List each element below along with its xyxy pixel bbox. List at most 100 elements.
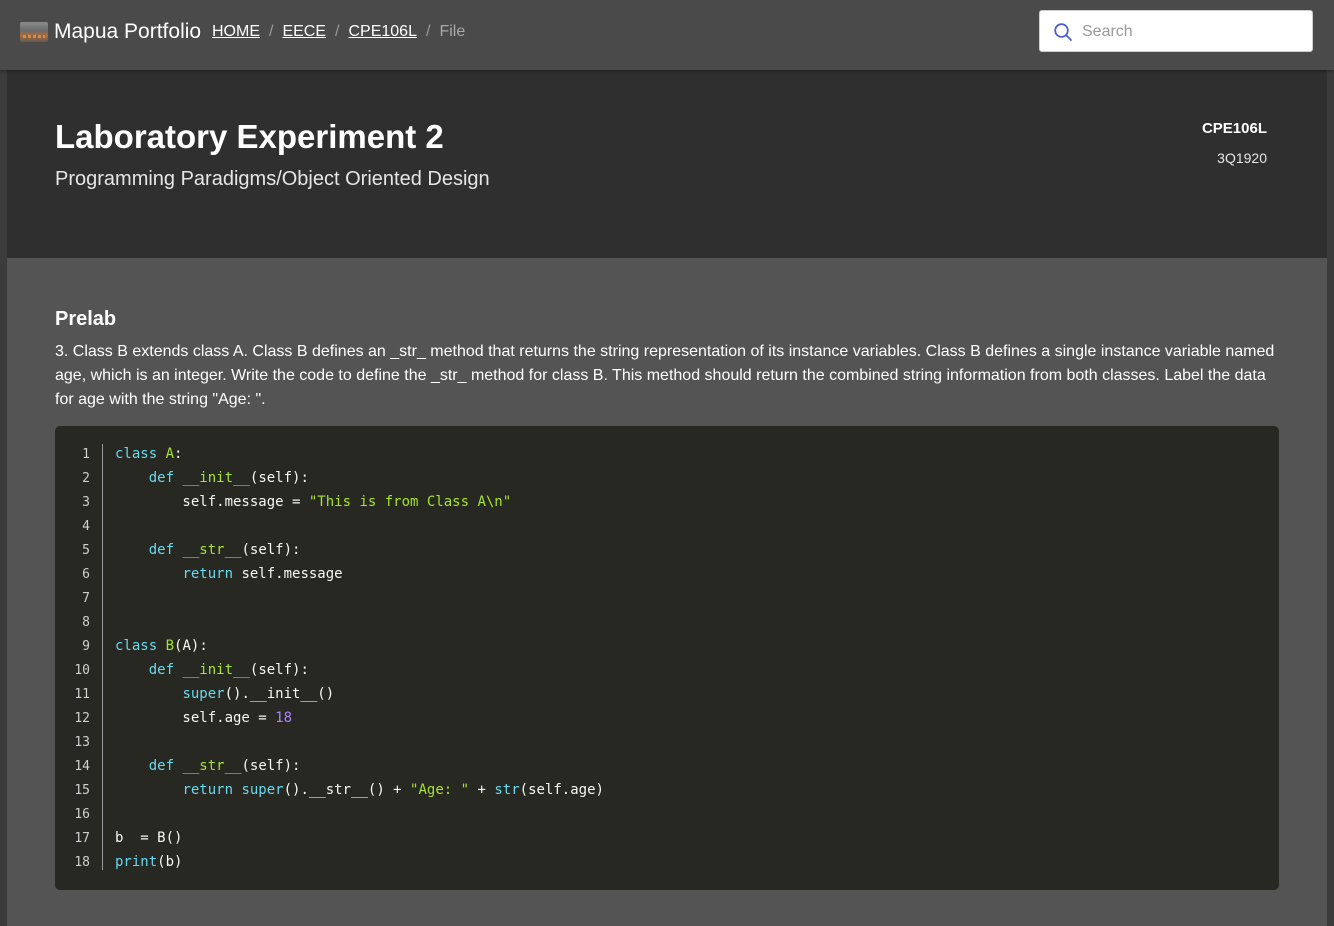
line-number: 12 — [74, 711, 90, 726]
code-token: (self): — [241, 758, 301, 774]
code-token: __init__ — [182, 470, 250, 486]
code-token: print — [115, 854, 158, 870]
code-token: (self.age) — [519, 782, 604, 798]
line-number-gutter: 1 2 3 4 5 6 7 8 9 10 11 12 13 14 15 16 17 18 — [55, 443, 102, 875]
left-gutter — [0, 70, 7, 926]
code-token: class — [115, 446, 158, 462]
code-token: self.age = — [115, 710, 276, 726]
code-token: A — [165, 446, 175, 462]
top-navbar: Mapua Portfolio HOME / EECE / CPE106L / … — [0, 0, 1334, 70]
line-number: 1 — [82, 447, 90, 462]
search-input[interactable] — [1080, 11, 1309, 53]
brand-logo-icon[interactable] — [20, 22, 48, 42]
code-line: self.age = 18 — [115, 706, 604, 730]
line-number: 11 — [74, 687, 90, 702]
code-line: def __str__(self): — [115, 754, 604, 778]
line-number: 9 — [82, 639, 90, 654]
code-token: "This is from Class A\n" — [308, 494, 512, 510]
code-token: ().__init__() — [224, 686, 335, 702]
code-token: (self): — [249, 662, 309, 678]
code-token: self.message — [233, 566, 343, 582]
code-token: : — [174, 446, 183, 462]
code-line: def __init__(self): — [115, 466, 604, 490]
line-number: 8 — [82, 615, 90, 630]
code-token: + — [469, 782, 495, 798]
code-line: class A: — [115, 442, 604, 466]
code-content[interactable]: class A: def __init__(self): self.messag… — [115, 442, 604, 874]
line-number: 3 — [82, 495, 90, 510]
breadcrumb-eece[interactable]: EECE — [282, 23, 326, 41]
line-number: 14 — [74, 759, 90, 774]
code-token: (A): — [174, 638, 208, 654]
code-token: str — [494, 782, 520, 798]
line-number: 13 — [74, 735, 90, 750]
brand-link[interactable]: Mapua Portfolio — [54, 20, 201, 44]
breadcrumb-separator: / — [425, 23, 431, 40]
breadcrumb-cpe106l[interactable]: CPE106L — [348, 23, 417, 41]
code-token: 18 — [275, 710, 293, 726]
gutter-divider — [102, 444, 103, 870]
code-token: def — [148, 758, 175, 774]
code-line: self.message = "This is from Class A\n" — [115, 490, 604, 514]
question-text: 3. Class B extends class A. Class B defi… — [55, 343, 1275, 408]
search-box[interactable] — [1039, 10, 1313, 53]
code-token: super — [241, 782, 284, 798]
section-title: Prelab — [55, 308, 117, 330]
code-token: __init__ — [182, 662, 250, 678]
line-number: 18 — [74, 855, 90, 870]
line-number: 5 — [82, 543, 90, 558]
code-line: print(b) — [115, 850, 604, 874]
line-number: 10 — [74, 663, 90, 678]
code-token: super — [182, 686, 225, 702]
right-gutter — [1327, 70, 1334, 926]
code-token: def — [148, 542, 175, 558]
line-number: 16 — [74, 807, 90, 822]
breadcrumb-separator: / — [269, 23, 274, 40]
code-token: B — [165, 638, 175, 654]
code-token: self.message = — [115, 494, 309, 510]
code-line: def __init__(self): — [115, 658, 604, 682]
course-code: CPE106L — [1201, 120, 1267, 137]
code-token: class — [115, 638, 158, 654]
main-content: Prelab 3. Class B extends class A. Class… — [7, 258, 1327, 926]
code-token: def — [148, 662, 175, 678]
code-token: ().__str__() + — [283, 782, 411, 798]
code-line: super().__init__() — [115, 682, 604, 706]
code-token: (self): — [241, 542, 301, 558]
code-line: b = B() — [115, 826, 604, 850]
code-token: __str__ — [182, 542, 242, 558]
page-title: Laboratory Experiment 2 — [55, 118, 444, 155]
code-token: (self): — [249, 470, 309, 486]
code-block[interactable]: 1 2 3 4 5 6 7 8 9 10 11 12 13 14 15 16 17 18 class A: def… — [55, 426, 1279, 890]
code-token: return — [182, 566, 234, 582]
breadcrumb-separator: / — [335, 23, 340, 40]
line-number: 15 — [74, 783, 90, 798]
line-number: 6 — [82, 567, 90, 582]
code-token: "Age: " — [410, 782, 470, 798]
breadcrumb-home[interactable]: HOME — [212, 23, 260, 41]
page-subtitle: Programming Paradigms/Object Oriented De… — [55, 168, 490, 190]
code-token: __str__ — [182, 758, 242, 774]
line-number: 17 — [74, 831, 90, 846]
breadcrumb: HOME / EECE / CPE106L / File — [212, 23, 465, 41]
code-line: return super().__str__() + "Age: " + str… — [115, 778, 604, 802]
term-label: 3Q1920 — [1217, 150, 1267, 166]
breadcrumb-current-file: File — [439, 23, 466, 40]
code-token: b = B() — [115, 830, 183, 846]
code-token: def — [148, 470, 175, 486]
code-line: def __str__(self): — [115, 538, 604, 562]
